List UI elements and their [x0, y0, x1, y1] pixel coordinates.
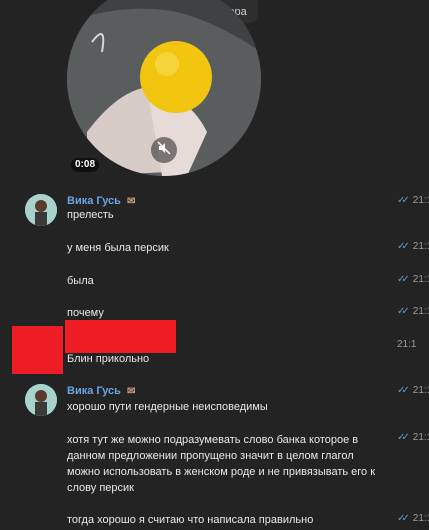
read-ticks-icon: ✓✓ [397, 385, 410, 396]
message-text: у меня была персик [67, 242, 169, 254]
message-text: прелесть [67, 209, 114, 221]
message-time: 21:1 [412, 241, 429, 252]
author-badge-icon: ✉ [126, 195, 136, 207]
message-text: была [67, 275, 94, 287]
read-ticks-icon: ✓✓ [397, 432, 410, 443]
message-meta: ✓✓ 21:1 [397, 432, 429, 443]
message-meta: ✓✓ 21:1 [397, 195, 429, 206]
message-text: хорошо пути гендерные неисповедимы [67, 401, 268, 413]
message-time: 21:1 [397, 339, 417, 350]
message-time: 21:1 [412, 306, 429, 317]
read-ticks-icon: ✓✓ [397, 195, 410, 206]
message-meta: ✓✓ 21:1 [397, 385, 429, 396]
video-duration: 0:08 [71, 158, 100, 172]
avatar[interactable] [25, 384, 57, 416]
message-meta: ✓✓ 21:1 [397, 513, 429, 524]
message-time: 21:1 [412, 274, 429, 285]
message-time: 21:1 [412, 195, 429, 206]
author-name: Вика Гусь [67, 195, 121, 207]
redaction-block [65, 320, 176, 353]
message-time: 21:1 [412, 432, 429, 443]
message-text: хотя тут же можно подразумевать слово ба… [67, 434, 376, 494]
author-badge-icon: ✉ [126, 385, 136, 397]
message-meta: ✓✓ 21:1 [397, 241, 429, 252]
read-ticks-icon: ✓✓ [397, 274, 410, 285]
message-meta: 21:1 [397, 339, 416, 350]
message-time: 21:1 [412, 385, 429, 396]
message-text: Блин прикольно [67, 353, 150, 365]
mute-button[interactable] [151, 137, 177, 163]
message-time: 21:1 [412, 513, 429, 524]
read-ticks-icon: ✓✓ [397, 306, 410, 317]
author-name: Вика Гусь [67, 385, 121, 397]
message-author[interactable]: Вика Гусь ✉ [67, 195, 135, 207]
message-text: почему [67, 307, 104, 319]
message-meta: ✓✓ 21:1 [397, 274, 429, 285]
message-text: тогда хорошо я считаю что написала прави… [67, 514, 314, 526]
message-author[interactable]: Вика Гусь ✉ [67, 385, 135, 397]
avatar[interactable] [25, 194, 57, 226]
read-ticks-icon: ✓✓ [397, 513, 410, 524]
redaction-block [12, 326, 63, 374]
message-meta: ✓✓ 21:1 [397, 306, 429, 317]
muted-speaker-icon [157, 140, 171, 160]
read-ticks-icon: ✓✓ [397, 241, 410, 252]
